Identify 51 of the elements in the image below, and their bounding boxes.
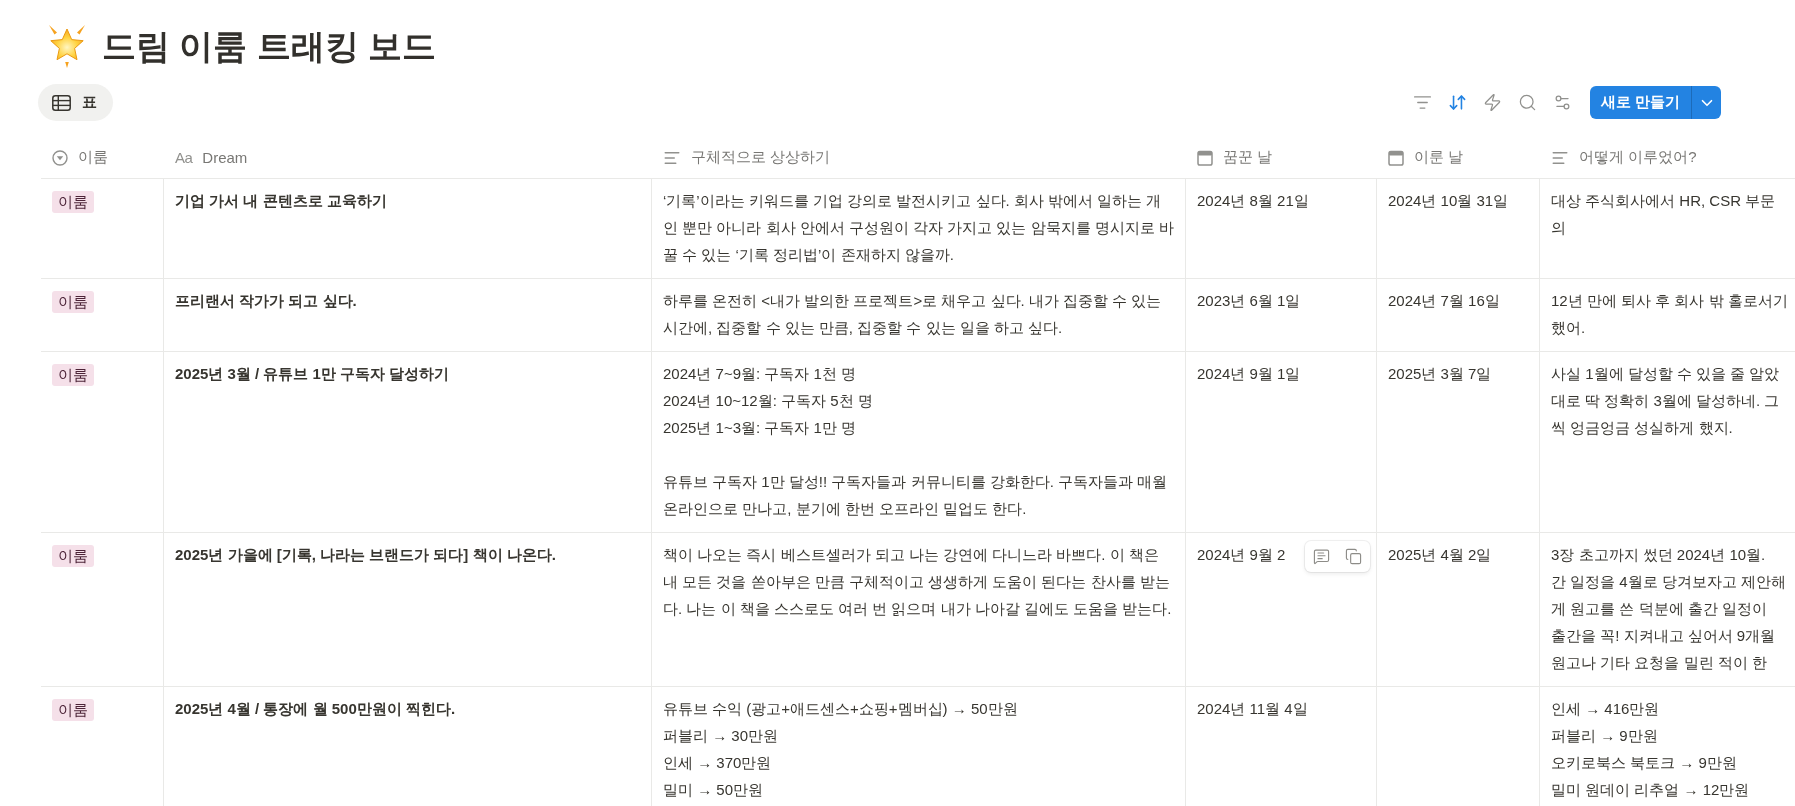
- table-cell-text: 하루를 온전히 <내가 발의한 프로젝트>로 채우고 싶다. 내가 집중할 수 있는 시간에, 집중할 수 있는 만큼, 집중할 수 있는 일을 하고 싶다.: [663, 292, 1163, 336]
- column-header[interactable]: 꿈꾼 날: [1223, 148, 1273, 167]
- column-header[interactable]: 구체적으로 상상하기: [691, 148, 831, 167]
- table-cell: 대상 주식회사에서 HR, CSR 부문 의: [1551, 192, 1776, 236]
- table-cell: 2024년 7월 16일: [1388, 292, 1500, 309]
- column-header[interactable]: 어떻게 이루었어?: [1579, 148, 1697, 167]
- search-icon[interactable]: [1517, 93, 1537, 112]
- dropdown-button[interactable]: [1691, 86, 1721, 119]
- table-cell: 2025년 4월 / 통장에 월 500만원이 찍힌다.: [175, 700, 456, 717]
- status-tag: 이룸: [52, 191, 94, 214]
- table-cell: 2025년 3월 7일: [1388, 365, 1492, 382]
- table-cell: 2024년 9월 2: [1197, 546, 1286, 563]
- table-cell: 2024년 11월 4일: [1197, 700, 1308, 717]
- glowing-star-icon: [47, 24, 87, 68]
- table-cell: 기업 가서 내 콘텐츠로 교육하기: [175, 192, 387, 209]
- lightning-icon[interactable]: [1482, 93, 1502, 112]
- table-cell: 2024년 9월 1일: [1197, 365, 1301, 382]
- sort-icon[interactable]: [1447, 93, 1467, 112]
- status-tag: 이룸: [52, 291, 94, 314]
- table-cell: 책이 나오는 즉시 베스트셀러가 되고 나는 강연에 다니느라 바쁘다. 이 책은 내 모든 것을 쏟아부은 만큼 구체적이고 생생하게 도움이 된다는 찬사를 받는다. 나는 이 책을 스스로도 여러 번 읽으며 내가 나아갈 길에도 도움을 받는다.: [663, 546, 1172, 617]
- table-cell: 사실 1월에 달성할 수 있을 줄 알았 대로 딱 정확히 3월에 달성하네. 그 씩 엉금엉금 성실하게 했지.: [1551, 365, 1780, 436]
- table-cell: 프리랜서 작가가 되고 싶다.: [175, 292, 357, 309]
- table-cell: 2023년 6월 1일: [1197, 292, 1301, 309]
- view-tab[interactable]: 표: [38, 84, 113, 121]
- table-cell: 2024년 10월 31일: [1388, 192, 1509, 209]
- status-tag: 이룸: [52, 364, 94, 387]
- status-tag: 이룸: [52, 699, 94, 722]
- table-cell: 유튜브 수익 (광고+애드센스+쇼핑+멤버십) → 50만원 퍼블리 → 30만원 인세 → 370만원 밀미 → 50만원: [663, 700, 1018, 798]
- calendar-icon: [1388, 149, 1404, 166]
- title-type-glyph: Aa: [175, 149, 193, 166]
- comment-icon[interactable]: [1312, 548, 1330, 565]
- new-button[interactable]: 새로 만들기: [1589, 86, 1691, 119]
- table-icon: [52, 94, 71, 111]
- filter-icon[interactable]: [1412, 93, 1432, 112]
- calendar-icon: [1197, 149, 1213, 166]
- table-cell: 2024년 8월 21일: [1197, 192, 1309, 209]
- table-cell: 2025년 가을에 [기록, 나라는 브랜드가 되다] 책이 나온다.: [175, 546, 556, 563]
- table-cell: 12년 만에 퇴사 후 회사 밖 홀로서기 했어.: [1551, 292, 1788, 336]
- table-cell: 인세 → 416만원 퍼블리 → 9만원 오키로북스 북토크 → 9만원 밀미 원데이 리추얼 → 12만원: [1551, 700, 1750, 798]
- table-cell-text: 2024년 7~9월: 구독자 1천 명 2024년 10~12월: 구독자 5천 명 2025년 1~3월: 구독자 1만 명 유튜브 구독자 1만 달성!! 구독자들과 커뮤니티를 강화한다. 구독자들과 매월 온라인으로 만나고, 분기에 한번 오프라인 밑업도 한다.: [663, 365, 1169, 517]
- table-cell: ‘기록’이라는 키워드를 기업 강의로 발전시키고 싶다. 회사 밖에서 일하는 개인 뿐만 아니라 회사 안에서 구성원이 각자 가지고 있는 암묵지를 명시지로 바꿀 수 있는 ‘기록 정리법’이 존재하지 않을까.: [663, 192, 1174, 263]
- table-cell: 2025년 4월 2일: [1388, 546, 1492, 563]
- page-title: 드림 이룸 트래킹 보드: [102, 26, 437, 67]
- table-cell: 2025년 3월 / 유튜브 1만 구독자 달성하기: [175, 365, 450, 382]
- column-header[interactable]: 이룸: [78, 148, 108, 167]
- copy-icon[interactable]: [1345, 548, 1363, 565]
- table-cell: 3장 초고까지 썼던 2024년 10월. 간 일정을 4월로 당겨보자고 제안해 게 원고를 쓴 덕분에 출간 일정이 출간을 꼭! 지켜내고 싶어서 9개월 원고나 기타 요청을 밀린 적이 한: [1551, 546, 1786, 671]
- column-header[interactable]: 이룬 날: [1414, 148, 1464, 167]
- circle-caret-icon: [52, 149, 68, 166]
- column-header[interactable]: Dream: [202, 149, 248, 166]
- status-tag: 이룸: [52, 545, 94, 568]
